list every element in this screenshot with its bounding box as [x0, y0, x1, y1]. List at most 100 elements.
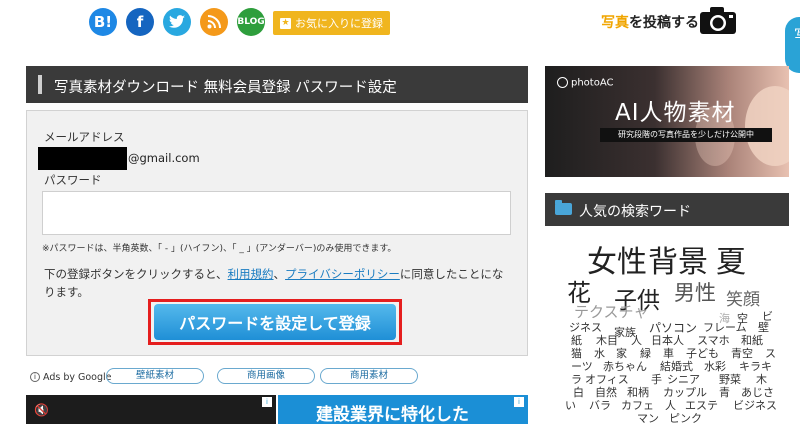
agreement-text: 下の登録ボタンをクリックすると、利用規約、プライバシーポリシーに同意したことにな…: [44, 265, 514, 301]
keyword-tag[interactable]: 猫: [571, 348, 582, 359]
ads-by-google[interactable]: i Ads by Google: [30, 369, 112, 385]
keyword-tag[interactable]: 結婚式: [660, 361, 693, 372]
ad-info-icon[interactable]: i: [262, 397, 272, 407]
keyword-cloud: 女性 背景 夏 花 子供 男性 笑顔 テクスチャ 空 海 ビ ジネス 紙 家族 …: [545, 234, 789, 425]
ad-banner-construction[interactable]: 建設業界に特化した i: [278, 395, 528, 425]
keyword-tag[interactable]: 人: [665, 400, 676, 411]
keyword-tag[interactable]: パソコン: [649, 322, 697, 334]
keyword-tag[interactable]: 車: [663, 348, 674, 359]
keyword-tag[interactable]: ーツ: [571, 361, 593, 372]
promo-title: AI人物素材: [615, 100, 736, 126]
email-value: @gmail.com: [128, 151, 200, 165]
keyword-tag[interactable]: 青空: [731, 348, 753, 359]
agreement-separator: 、: [273, 267, 286, 281]
info-icon: i: [30, 372, 40, 382]
keyword-tag[interactable]: オフィス: [585, 374, 629, 385]
password-label: パスワード: [44, 173, 102, 187]
favorite-button-label: お気に入りに登録: [295, 17, 383, 30]
keyword-tag[interactable]: 白: [573, 387, 584, 398]
registration-form: メールアドレス @gmail.com パスワード ※パスワードは、半角英数、「 …: [26, 110, 528, 356]
keyword-tag[interactable]: フレーム: [703, 322, 747, 333]
favorite-button[interactable]: ★ お気に入りに登録: [273, 11, 390, 35]
keyword-tag[interactable]: ラ: [571, 374, 582, 385]
photoac-logo-icon: [557, 77, 568, 88]
keyword-tag[interactable]: 紙: [571, 335, 582, 346]
keyword-tag[interactable]: 水: [594, 348, 605, 359]
ad-link-wallpaper[interactable]: 壁紙素材: [106, 368, 204, 384]
keyword-tag[interactable]: 家: [616, 348, 627, 359]
photoac-promo-banner[interactable]: photoAC AI人物素材 研究段階の写真作品を少しだけ公開中: [545, 66, 789, 177]
ad-banner-text: 建設業界に特化した: [316, 405, 469, 425]
keyword-tag[interactable]: 木: [756, 374, 767, 385]
keyword-tag[interactable]: 笑顔: [726, 292, 760, 309]
keyword-tag[interactable]: 水彩: [704, 361, 726, 372]
rss-glyph: [207, 15, 221, 29]
keyword-tag[interactable]: 木目: [596, 335, 618, 346]
keyword-tag[interactable]: マン: [637, 413, 659, 424]
ad-info-icon[interactable]: i: [514, 397, 524, 407]
keyword-tag[interactable]: 夏: [716, 248, 746, 278]
folder-icon: [555, 200, 572, 215]
post-photo-label: を投稿する: [629, 15, 699, 31]
password-note: ※パスワードは、半角英数、「 - 」(ハイフン)、「 _ 」(アンダーバー)のみ…: [42, 244, 397, 254]
keyword-tag[interactable]: スマホ: [697, 335, 730, 346]
keyword-tag[interactable]: い: [565, 400, 576, 411]
ad-banner-video[interactable]: 🔇 i: [26, 395, 276, 424]
keyword-tag[interactable]: 女性: [587, 248, 647, 278]
popular-keywords-header: 人気の検索ワード: [545, 193, 789, 226]
keyword-tag[interactable]: ジネス: [569, 322, 602, 333]
blog-icon[interactable]: BLOG: [237, 8, 265, 36]
page-title: 写真素材ダウンロード 無料会員登録 パスワード設定: [26, 66, 528, 103]
page-title-text: 写真素材ダウンロード 無料会員登録 パスワード設定: [54, 80, 397, 96]
bookmark-icon: ★: [280, 17, 291, 29]
keyword-tag[interactable]: テクスチャ: [574, 305, 648, 320]
keyword-tag[interactable]: 野菜: [719, 374, 741, 385]
keyword-tag[interactable]: キラキ: [739, 361, 772, 372]
keyword-tag[interactable]: 手: [651, 374, 662, 385]
keyword-tag[interactable]: 日本人: [651, 335, 684, 346]
camera-icon[interactable]: [698, 4, 738, 36]
facebook-icon[interactable]: f: [126, 8, 154, 36]
keyword-tag[interactable]: 緑: [640, 348, 651, 359]
submit-button[interactable]: パスワードを設定して登録: [154, 304, 396, 340]
post-photo-highlight: 写真: [601, 15, 629, 31]
password-input[interactable]: [42, 191, 511, 235]
keyword-tag[interactable]: 和柄: [627, 387, 649, 398]
twitter-icon[interactable]: [163, 8, 191, 36]
privacy-policy-link[interactable]: プライバシーポリシー: [285, 267, 400, 281]
keyword-tag[interactable]: 壁: [758, 322, 769, 333]
top-bar: B! f BLOG ★ お気に入りに登録 写真を投稿する 写: [0, 0, 800, 73]
keyword-tag[interactable]: 背景: [648, 248, 708, 278]
promo-subtitle: 研究段階の写真作品を少しだけ公開中: [600, 128, 772, 142]
keyword-tag[interactable]: 花: [567, 281, 591, 305]
rss-icon[interactable]: [200, 8, 228, 36]
keyword-tag[interactable]: 赤ちゃん: [603, 361, 647, 372]
ad-link-commercial-material[interactable]: 商用素材: [320, 368, 418, 384]
email-redaction: [38, 147, 127, 170]
keyword-tag[interactable]: バラ: [589, 400, 611, 411]
keyword-tag[interactable]: 子ども: [686, 348, 719, 359]
keyword-tag[interactable]: 自然: [595, 387, 617, 398]
keyword-tag[interactable]: エステ: [685, 400, 718, 411]
keyword-tag[interactable]: 和紙: [741, 335, 763, 346]
keyword-tag[interactable]: カフェ: [621, 400, 654, 411]
post-photo-link[interactable]: 写真を投稿する: [601, 12, 699, 32]
keyword-tag[interactable]: カップル: [663, 387, 707, 398]
keyword-tag[interactable]: あじさ: [741, 387, 774, 398]
twitter-bird-glyph: [169, 15, 185, 28]
keyword-tag[interactable]: ビジネス: [733, 400, 777, 411]
ad-link-commercial-image[interactable]: 商用画像: [217, 368, 315, 384]
keyword-tag[interactable]: 人: [631, 335, 642, 346]
photoac-logo: photoAC: [557, 77, 614, 89]
hatena-bookmark-icon[interactable]: B!: [89, 8, 117, 36]
keyword-tag[interactable]: ピンク: [669, 413, 702, 424]
photoac-brand: photoAC: [571, 77, 614, 89]
keyword-tag[interactable]: 青: [719, 387, 730, 398]
ads-by-label: Ads by Google: [43, 371, 112, 383]
speaker-mute-icon[interactable]: 🔇: [34, 403, 49, 417]
keyword-tag[interactable]: 男性: [674, 283, 716, 304]
terms-link[interactable]: 利用規約: [228, 267, 274, 281]
keyword-tag[interactable]: シニア: [667, 374, 700, 385]
side-floating-tab[interactable]: 写: [785, 17, 800, 73]
keyword-tag[interactable]: ス: [765, 348, 776, 359]
